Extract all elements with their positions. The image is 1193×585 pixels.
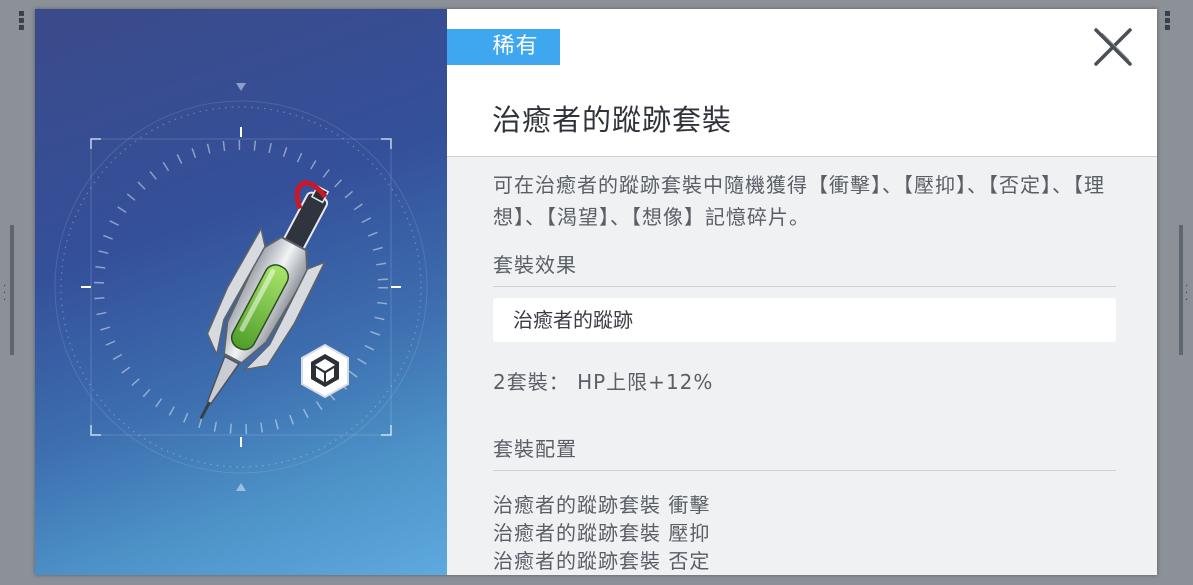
frame-right-edge — [1179, 225, 1183, 355]
item-detail-dialog: 稀有 治癒者的蹤跡套裝 可在治癒者的蹤跡套裝中隨機獲得【衝擊】、【壓抑】、【否定… — [35, 9, 1157, 575]
set-part-item: 治癒者的蹤跡套裝 壓抑 — [493, 521, 711, 545]
set-bonus-text: 2套裝： HP上限+12% — [493, 370, 714, 394]
item-details-scroll[interactable]: 可在治癒者的蹤跡套裝中隨機獲得【衝擊】、【壓抑】、【否定】、【理想】、【渴望】、… — [493, 169, 1116, 575]
set-parts-list: 治癒者的蹤跡套裝 衝擊 治癒者的蹤跡套裝 壓抑 治癒者的蹤跡套裝 否定 — [493, 491, 1116, 575]
frame-grip-top-right: ▪ ▪ ▪ — [1164, 8, 1171, 33]
syringe-blade-icon — [199, 180, 330, 420]
item-description: 可在治癒者的蹤跡套裝中隨機獲得【衝擊】、【壓抑】、【否定】、【理想】、【渴望】、… — [493, 173, 1105, 229]
set-part-item: 治癒者的蹤跡套裝 衝擊 — [493, 493, 711, 517]
frame-grip-top-left: ▪ ▪ ▪ — [18, 8, 25, 33]
item-title: 治癒者的蹤跡套裝 — [492, 103, 733, 137]
rarity-badge: 稀有 — [447, 29, 560, 65]
close-button[interactable] — [1091, 25, 1135, 69]
item-art-panel — [35, 9, 447, 575]
item-header: 稀有 治癒者的蹤跡套裝 — [447, 9, 1157, 157]
close-x-icon — [1094, 28, 1132, 66]
item-art — [54, 83, 428, 491]
frame-left-edge — [10, 225, 14, 355]
set-effect-heading: 套裝效果 — [493, 249, 1116, 287]
frame-grip-right: · · · — [1185, 281, 1189, 306]
set-name-box: 治癒者的蹤跡 — [493, 298, 1116, 342]
set-part-item: 治癒者的蹤跡套裝 否定 — [493, 549, 711, 573]
set-config-heading: 套裝配置 — [493, 433, 1116, 471]
frame-grip-left: · · · — [3, 281, 7, 306]
cube-hexagon-icon — [301, 343, 349, 399]
